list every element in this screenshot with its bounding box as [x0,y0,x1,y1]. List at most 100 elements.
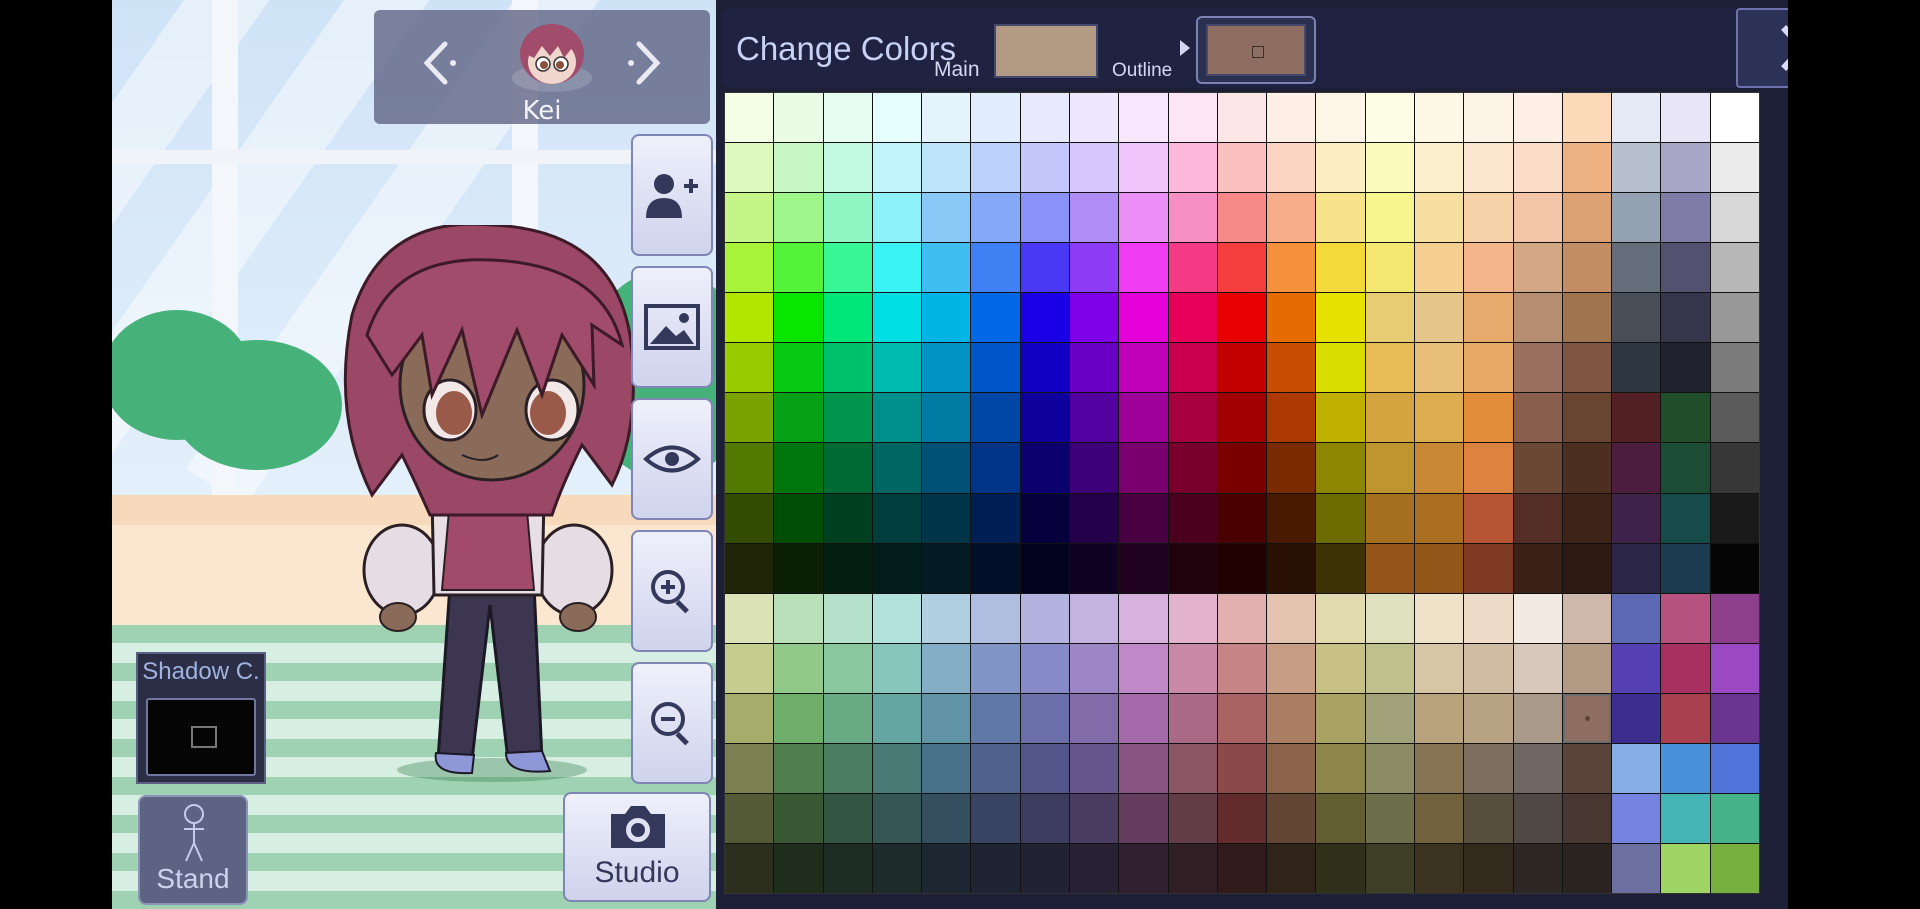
color-swatch[interactable] [1414,143,1464,193]
color-swatch[interactable] [1562,343,1612,393]
color-swatch[interactable] [1661,693,1710,743]
color-swatch[interactable] [1267,743,1316,793]
color-swatch[interactable] [1710,443,1759,493]
color-swatch[interactable] [1661,543,1710,593]
color-swatch[interactable] [774,493,823,543]
color-swatch[interactable] [823,543,872,593]
color-swatch[interactable] [1562,193,1612,243]
color-swatch[interactable] [971,493,1020,543]
color-swatch[interactable] [1119,293,1168,343]
color-swatch[interactable] [1710,643,1759,693]
color-swatch[interactable] [1513,343,1562,393]
color-swatch[interactable] [1513,443,1562,493]
color-swatch[interactable] [922,543,971,593]
color-swatch[interactable] [1464,393,1513,443]
color-swatch[interactable] [1661,393,1710,443]
color-swatch[interactable] [1464,643,1513,693]
color-swatch[interactable] [872,393,922,443]
color-swatch[interactable] [1414,593,1464,643]
stand-button[interactable]: Stand [138,795,248,905]
color-swatch[interactable] [1710,543,1759,593]
color-swatch[interactable] [1612,693,1661,743]
color-swatch[interactable] [774,743,823,793]
color-swatch[interactable] [725,343,774,393]
color-swatch[interactable] [1612,843,1661,893]
color-swatch[interactable] [1513,243,1562,293]
color-swatch[interactable] [774,343,823,393]
color-swatch[interactable] [1168,493,1217,543]
color-swatch[interactable] [922,143,971,193]
color-swatch[interactable] [1020,443,1069,493]
color-swatch[interactable] [1661,93,1710,143]
color-swatch[interactable] [1513,643,1562,693]
color-swatch[interactable] [1168,293,1217,343]
color-swatch[interactable] [1464,243,1513,293]
color-swatch[interactable] [823,93,872,143]
color-swatch[interactable] [1069,193,1119,243]
color-swatch[interactable] [725,843,774,893]
color-swatch[interactable] [1267,293,1316,343]
color-swatch[interactable] [1365,543,1414,593]
color-swatch[interactable] [1513,693,1562,743]
color-swatch[interactable] [774,793,823,843]
color-swatch[interactable] [1414,693,1464,743]
color-swatch[interactable] [1217,593,1267,643]
color-swatch[interactable] [971,293,1020,343]
color-swatch[interactable] [1168,593,1217,643]
color-swatch[interactable] [1612,393,1661,443]
color-swatch[interactable] [971,593,1020,643]
color-swatch[interactable] [1414,643,1464,693]
color-swatch[interactable] [1562,243,1612,293]
color-swatch[interactable] [1168,443,1217,493]
color-swatch[interactable] [1217,643,1267,693]
color-swatch[interactable] [1365,843,1414,893]
color-swatch[interactable] [823,843,872,893]
color-swatch[interactable] [1612,443,1661,493]
color-swatch[interactable] [823,443,872,493]
color-swatch[interactable] [1267,143,1316,193]
color-swatch[interactable] [1365,493,1414,543]
color-swatch[interactable] [1217,393,1267,443]
color-swatch[interactable] [774,193,823,243]
color-swatch[interactable] [774,243,823,293]
color-swatch[interactable] [1661,643,1710,693]
color-swatch[interactable] [1168,243,1217,293]
color-swatch[interactable] [1414,343,1464,393]
color-swatch[interactable] [1119,493,1168,543]
color-swatch[interactable] [1168,693,1217,743]
color-swatch[interactable] [1513,843,1562,893]
color-swatch[interactable] [872,643,922,693]
color-swatch[interactable] [823,793,872,843]
color-swatch[interactable] [1513,93,1562,143]
color-swatch[interactable] [1020,743,1069,793]
color-swatch[interactable] [1267,543,1316,593]
color-swatch[interactable] [823,493,872,543]
color-swatch[interactable] [922,693,971,743]
color-swatch[interactable] [922,743,971,793]
color-swatch[interactable] [1069,843,1119,893]
color-swatch[interactable] [1710,93,1759,143]
color-swatch[interactable] [774,143,823,193]
color-swatch[interactable] [1020,143,1069,193]
color-swatch[interactable] [1217,693,1267,743]
color-swatch[interactable] [1217,293,1267,343]
color-swatch[interactable] [1267,193,1316,243]
color-swatch[interactable] [1217,343,1267,393]
color-swatch[interactable] [1316,293,1365,343]
color-swatch[interactable] [1612,643,1661,693]
color-swatch[interactable] [725,643,774,693]
color-swatch[interactable] [922,643,971,693]
color-swatch[interactable] [1069,743,1119,793]
color-swatch[interactable] [1710,243,1759,293]
color-swatch[interactable] [1119,93,1168,143]
color-swatch[interactable] [1020,643,1069,693]
color-swatch[interactable] [1710,493,1759,543]
color-swatch[interactable] [1020,93,1069,143]
color-swatch[interactable] [872,243,922,293]
color-swatch[interactable] [1661,143,1710,193]
color-swatch[interactable] [725,293,774,343]
color-swatch[interactable] [1069,793,1119,843]
color-swatch[interactable] [1069,693,1119,743]
studio-button[interactable]: Studio [563,792,711,902]
color-swatch[interactable] [823,593,872,643]
